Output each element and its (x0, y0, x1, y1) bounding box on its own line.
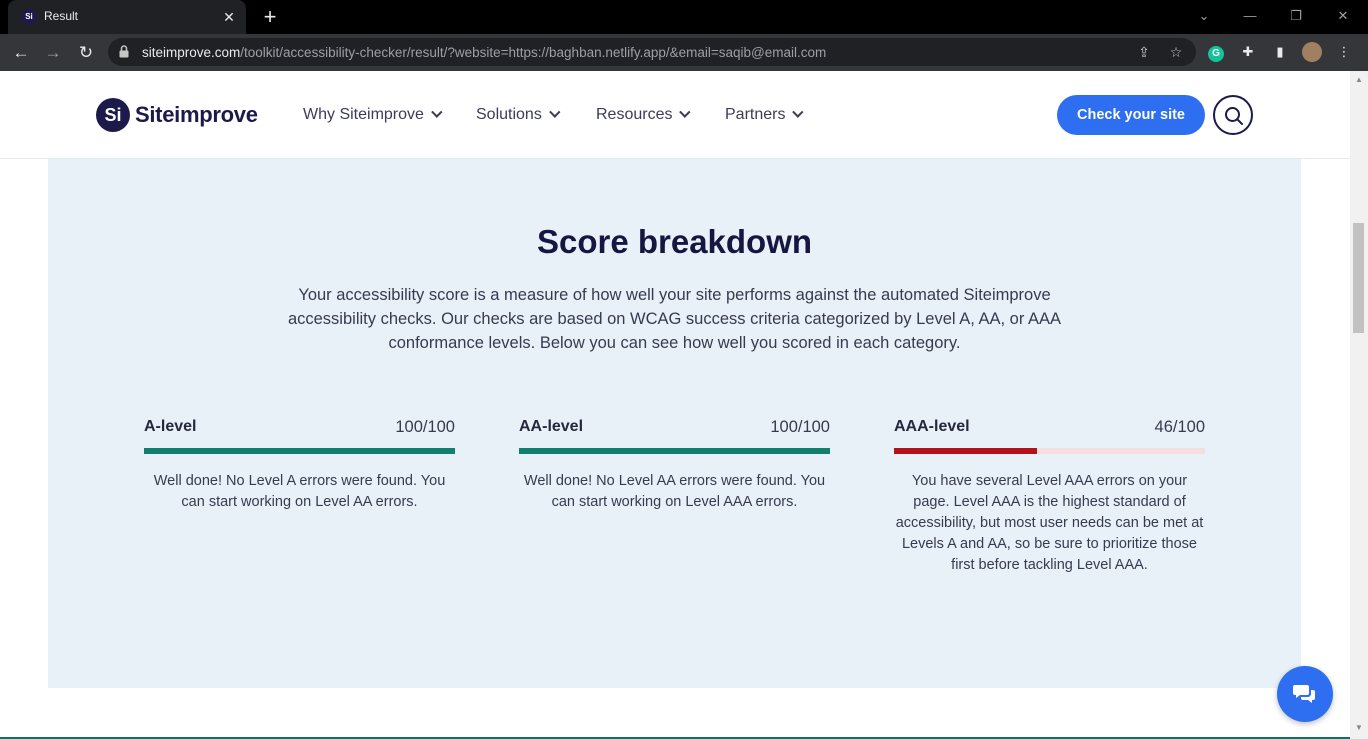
tab-favicon-icon: Si (21, 9, 37, 25)
search-button[interactable] (1213, 95, 1253, 135)
browser-tab-strip: Si Result ✕ + ⌄ — ❐ ✕ (0, 0, 1368, 34)
page-viewport: Si Siteimprove Why Siteimprove Solutions… (0, 71, 1350, 739)
url-host: siteimprove.com (142, 45, 241, 60)
scroll-thumb[interactable] (1353, 223, 1364, 333)
browser-menu-icon[interactable]: ⋮ (1334, 42, 1354, 62)
nav-label: Partners (725, 106, 786, 123)
nav-solutions[interactable]: Solutions (476, 106, 561, 124)
check-your-site-button[interactable]: Check your site (1057, 95, 1205, 135)
restore-icon[interactable]: ❐ (1273, 0, 1319, 34)
score-bar-track (519, 448, 830, 454)
side-panel-icon[interactable]: ▮ (1270, 42, 1290, 62)
url-text: siteimprove.com/toolkit/accessibility-ch… (142, 45, 826, 60)
score-bar-fill (519, 448, 830, 454)
level-score: 100/100 (770, 418, 830, 436)
score-bar-track (894, 448, 1205, 454)
close-tab-icon[interactable]: ✕ (220, 8, 238, 26)
chevron-down-icon (792, 106, 804, 118)
close-window-icon[interactable]: ✕ (1320, 0, 1366, 34)
section-title: Score breakdown (536, 223, 813, 260)
scroll-up-icon[interactable]: ▲ (1354, 75, 1364, 85)
chevron-down-icon (679, 106, 691, 118)
new-tab-icon[interactable]: + (258, 5, 282, 29)
extensions-puzzle-icon[interactable]: ✚ (1238, 42, 1258, 62)
score-bar-fill (144, 448, 455, 454)
nav-label: Why Siteimprove (303, 106, 424, 123)
grammarly-extension-icon[interactable]: G (1206, 42, 1226, 62)
level-score: 46/100 (1154, 418, 1205, 436)
site-header: Si Siteimprove Why Siteimprove Solutions… (0, 71, 1350, 159)
profile-avatar-icon[interactable] (1302, 42, 1322, 62)
nav-label: Resources (596, 106, 673, 123)
chevron-down-icon (431, 106, 443, 118)
level-name: A-level (144, 418, 197, 435)
forward-icon[interactable]: → (40, 40, 66, 66)
nav-partners[interactable]: Partners (725, 106, 804, 124)
nav-resources[interactable]: Resources (596, 106, 691, 124)
tab-title: Result (44, 9, 79, 23)
level-name: AAA-level (894, 418, 970, 435)
level-score: 100/100 (395, 418, 455, 436)
section-intro: Your accessibility score is a measure of… (287, 286, 1062, 352)
score-bar-track (144, 448, 455, 454)
page-scrollbar[interactable]: ▲ ▼ (1350, 71, 1368, 739)
siteimprove-logo-text[interactable]: Siteimprove (135, 102, 258, 128)
browser-tab[interactable]: Si Result ✕ (8, 0, 246, 34)
url-path: /toolkit/accessibility-checker/result/?w… (240, 45, 827, 60)
level-description: Well done! No Level A errors were found.… (153, 473, 446, 510)
lock-icon (119, 45, 129, 58)
level-description: Well done! No Level AA errors were found… (523, 473, 826, 510)
nav-why-siteimprove[interactable]: Why Siteimprove (303, 106, 443, 124)
siteimprove-logo-icon[interactable]: Si (96, 98, 130, 132)
scroll-down-icon[interactable]: ▼ (1354, 723, 1364, 733)
chevron-down-icon (548, 106, 561, 118)
browser-toolbar: ← → ↻ siteimprove.com/toolkit/accessibil… (0, 34, 1368, 71)
tab-search-chevron-icon[interactable]: ⌄ (1181, 0, 1227, 34)
chat-icon (1293, 685, 1315, 703)
score-bar-fill (894, 448, 1038, 454)
nav-label: Solutions (476, 106, 542, 123)
address-bar[interactable]: siteimprove.com/toolkit/accessibility-ch… (108, 38, 1196, 66)
reload-icon[interactable]: ↻ (73, 40, 99, 66)
score-breakdown-panel: Score breakdown Your accessibility score… (48, 159, 1301, 688)
level-name: AA-level (519, 418, 584, 435)
share-icon[interactable]: ⇪ (1134, 42, 1154, 62)
level-description: You have several Level AAA errors on you… (895, 473, 1204, 573)
bookmark-star-icon[interactable]: ☆ (1166, 42, 1186, 62)
back-icon[interactable]: ← (8, 40, 34, 66)
chat-button[interactable] (1277, 666, 1333, 722)
minimize-icon[interactable]: — (1227, 0, 1273, 34)
search-icon (1225, 107, 1243, 125)
